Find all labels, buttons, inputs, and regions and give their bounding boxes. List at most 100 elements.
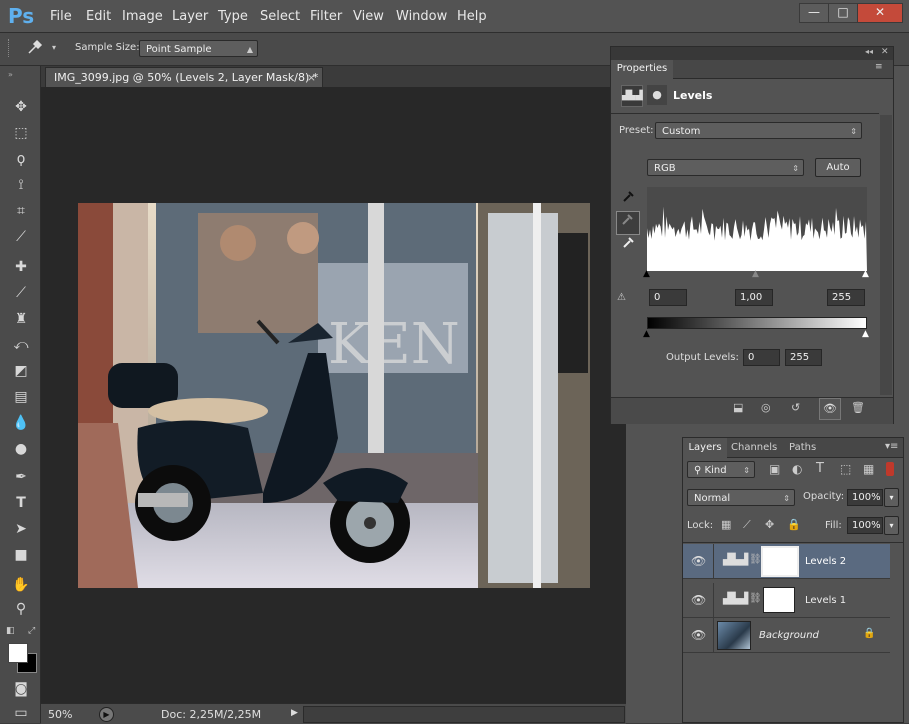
input-white-slider-icon[interactable]: ▲ bbox=[862, 269, 869, 279]
mask-link-icon[interactable]: ⛓ bbox=[749, 593, 762, 604]
menu-filter[interactable]: Filter bbox=[310, 9, 342, 24]
status-info-icon[interactable]: ▶ bbox=[99, 707, 114, 722]
opacity-input[interactable]: 100% bbox=[847, 489, 883, 506]
default-colors-icon[interactable]: ◧ bbox=[6, 626, 15, 636]
menu-edit[interactable]: Edit bbox=[86, 9, 111, 24]
blur-tool-icon[interactable]: 💧 bbox=[10, 412, 32, 434]
visibility-eye-icon[interactable]: 👁 bbox=[691, 554, 706, 568]
lock-transparent-icon[interactable]: ▦ bbox=[721, 518, 731, 531]
menu-window[interactable]: Window bbox=[396, 9, 447, 24]
menu-type[interactable]: Type bbox=[218, 9, 248, 24]
menu-view[interactable]: View bbox=[353, 9, 384, 24]
filter-kind-select[interactable]: ⚲ Kind ⇕ bbox=[687, 461, 755, 478]
minimize-button[interactable]: — bbox=[799, 3, 829, 23]
history-brush-tool-icon[interactable]: ⤺ bbox=[10, 334, 32, 356]
output-white-slider-icon[interactable]: ▲ bbox=[862, 329, 869, 339]
layer-row-levels-1[interactable]: 👁 ▟▙▟ ⛓ Levels 1 bbox=[683, 583, 890, 618]
pen-tool-icon[interactable]: ✒ bbox=[10, 466, 32, 488]
clone-stamp-tool-icon[interactable]: ♜ bbox=[10, 308, 32, 330]
clip-to-layer-icon[interactable]: ⬓ bbox=[733, 401, 743, 414]
tab-layers[interactable]: Layers bbox=[683, 438, 727, 458]
menu-file[interactable]: File bbox=[50, 9, 72, 24]
view-previous-state-icon[interactable]: ◎ bbox=[761, 401, 771, 414]
mask-icon[interactable]: ● bbox=[647, 85, 667, 105]
gray-eyedropper-icon[interactable] bbox=[616, 211, 640, 235]
black-eyedropper-icon[interactable] bbox=[618, 189, 640, 211]
sample-size-select[interactable]: Point Sample ▲ bbox=[139, 40, 258, 57]
eyedropper-tool-icon[interactable]: ⟋ bbox=[10, 226, 32, 248]
tool-preset-chevron-icon[interactable]: ▾ bbox=[52, 43, 56, 52]
layer-name[interactable]: Levels 2 bbox=[805, 556, 846, 567]
fill-dropdown-icon[interactable]: ▾ bbox=[884, 516, 899, 535]
layer-name[interactable]: Levels 1 bbox=[805, 595, 846, 606]
layer-row-levels-2[interactable]: 👁 ▟▙▟ ⛓ Levels 2 bbox=[683, 544, 890, 579]
lock-all-icon[interactable]: 🔒 bbox=[787, 518, 801, 531]
close-panel-icon[interactable]: ✕ bbox=[881, 47, 889, 57]
levels-icon[interactable]: ▟▙▟ bbox=[621, 85, 643, 107]
blend-mode-select[interactable]: Normal ⇕ bbox=[687, 489, 795, 506]
clipping-warning-icon[interactable]: ⚠ bbox=[617, 292, 626, 303]
input-gamma-slider-icon[interactable]: ▲ bbox=[752, 269, 759, 279]
input-white-field[interactable]: 255 bbox=[827, 289, 865, 306]
filter-shape-icon[interactable]: ⬚ bbox=[840, 462, 851, 476]
dodge-tool-icon[interactable]: ● bbox=[10, 438, 32, 460]
auto-button[interactable]: Auto bbox=[815, 158, 861, 177]
opacity-dropdown-icon[interactable]: ▾ bbox=[884, 488, 899, 507]
lock-pixels-icon[interactable]: ⟋ bbox=[743, 518, 751, 532]
menu-image[interactable]: Image bbox=[122, 9, 163, 24]
tab-channels[interactable]: Channels bbox=[731, 442, 777, 453]
path-selection-tool-icon[interactable]: ➤ bbox=[10, 518, 32, 540]
visibility-eye-icon[interactable]: 👁 bbox=[691, 593, 706, 607]
document-image[interactable]: KEN bbox=[78, 203, 590, 588]
hand-tool-icon[interactable]: ✋ bbox=[10, 574, 32, 596]
healing-brush-tool-icon[interactable]: ✚ bbox=[10, 256, 32, 278]
filter-toggle-icon[interactable] bbox=[886, 462, 894, 476]
menu-layer[interactable]: Layer bbox=[172, 9, 208, 24]
brush-tool-icon[interactable]: ⟋ bbox=[10, 282, 32, 304]
layer-mask-thumbnail[interactable] bbox=[763, 587, 795, 613]
horizontal-scrollbar[interactable] bbox=[303, 706, 625, 723]
reset-icon[interactable]: ↺ bbox=[791, 401, 800, 414]
tab-properties[interactable]: Properties bbox=[611, 60, 673, 79]
properties-menu-icon[interactable]: ≡ bbox=[875, 62, 883, 72]
foreground-color-swatch[interactable] bbox=[8, 643, 28, 663]
swap-colors-icon[interactable]: ⤢ bbox=[28, 626, 35, 636]
move-tool-icon[interactable]: ✥ bbox=[10, 96, 32, 118]
close-window-button[interactable]: ✕ bbox=[857, 3, 903, 23]
layer-row-background[interactable]: 👁 Background 🔒 bbox=[683, 618, 890, 653]
input-gamma-field[interactable]: 1,00 bbox=[735, 289, 773, 306]
eyedropper-icon[interactable] bbox=[26, 38, 44, 60]
channel-select[interactable]: RGB ⇕ bbox=[647, 159, 804, 176]
background-thumbnail[interactable] bbox=[717, 621, 751, 650]
layers-panel-menu-icon[interactable]: ▾≡ bbox=[885, 441, 898, 452]
filter-smart-object-icon[interactable]: ▦ bbox=[863, 462, 874, 476]
filter-type-icon[interactable]: T bbox=[816, 461, 824, 476]
lock-position-icon[interactable]: ✥ bbox=[765, 518, 774, 531]
mask-link-icon[interactable]: ⛓ bbox=[749, 554, 762, 565]
quick-mask-icon[interactable]: ◙ bbox=[10, 678, 32, 700]
input-black-slider-icon[interactable]: ▲ bbox=[643, 269, 650, 279]
quick-selection-tool-icon[interactable]: ⟟ bbox=[10, 174, 32, 196]
rectangle-tool-icon[interactable]: ■ bbox=[10, 544, 32, 566]
preset-select[interactable]: Custom ⇕ bbox=[655, 122, 862, 139]
status-menu-arrow-icon[interactable]: ▶ bbox=[291, 708, 298, 718]
output-white-field[interactable]: 255 bbox=[785, 349, 822, 366]
document-tab[interactable]: IMG_3099.jpg @ 50% (Levels 2, Layer Mask… bbox=[45, 67, 323, 87]
type-tool-icon[interactable]: T bbox=[10, 492, 32, 514]
marquee-tool-icon[interactable]: ⬚ bbox=[10, 122, 32, 144]
maximize-button[interactable]: □ bbox=[828, 3, 858, 23]
zoom-tool-icon[interactable]: ⚲ bbox=[10, 598, 32, 620]
menu-help[interactable]: Help bbox=[457, 9, 487, 24]
layer-name[interactable]: Background bbox=[759, 630, 819, 641]
toggle-visibility-icon[interactable]: 👁 bbox=[819, 398, 841, 420]
crop-tool-icon[interactable]: ⌗ bbox=[10, 200, 32, 222]
visibility-eye-icon[interactable]: 👁 bbox=[691, 628, 706, 642]
gradient-tool-icon[interactable]: ▤ bbox=[10, 386, 32, 408]
layer-mask-thumbnail[interactable] bbox=[761, 546, 799, 577]
collapse-tools-icon[interactable]: » bbox=[8, 70, 13, 79]
collapse-panel-icon[interactable]: ◂◂ bbox=[865, 47, 873, 56]
eraser-tool-icon[interactable]: ◩ bbox=[10, 360, 32, 382]
close-tab-icon[interactable]: × bbox=[307, 68, 316, 87]
output-black-field[interactable]: 0 bbox=[743, 349, 780, 366]
delete-adjustment-icon[interactable]: 🗑 bbox=[851, 401, 865, 414]
